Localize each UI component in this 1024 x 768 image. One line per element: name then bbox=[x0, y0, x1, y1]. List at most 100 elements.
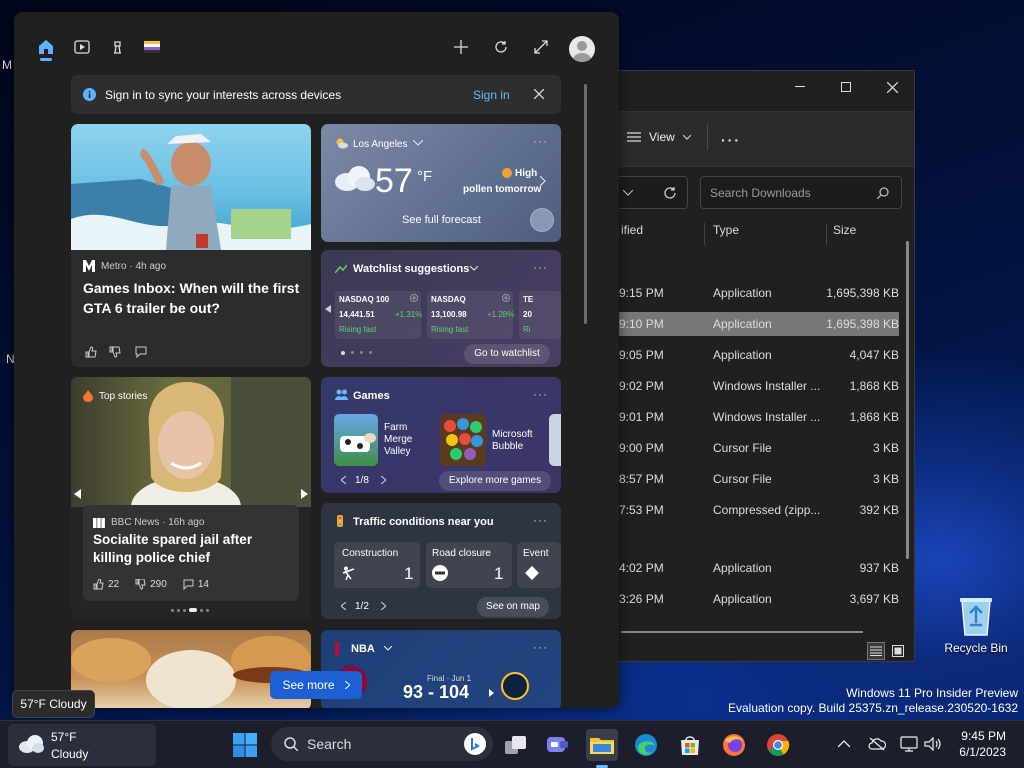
column-divider[interactable] bbox=[826, 223, 827, 245]
card-more-button[interactable]: ··· bbox=[533, 260, 548, 274]
maximize-button[interactable] bbox=[823, 71, 869, 103]
comment-icon[interactable] bbox=[135, 346, 147, 358]
stock-tile[interactable]: TE 20 Ri bbox=[519, 291, 561, 339]
weather-location[interactable]: Los Angeles bbox=[353, 139, 408, 150]
file-row[interactable]: 9:02 PM Windows Installer ... 1,868 KB bbox=[613, 374, 899, 398]
details-view-button[interactable] bbox=[867, 642, 885, 660]
chevron-right-icon[interactable] bbox=[381, 476, 386, 484]
story-panel[interactable]: BBC News · 16h ago Socialite spared jail… bbox=[83, 505, 299, 601]
chevron-left-icon[interactable] bbox=[325, 305, 331, 313]
teams-chat-button[interactable] bbox=[542, 729, 574, 761]
file-row[interactable]: 9:15 PM Application 1,695,398 KB bbox=[613, 281, 899, 305]
tab-pride[interactable] bbox=[142, 38, 162, 56]
see-forecast-link[interactable]: See full forecast bbox=[402, 214, 481, 226]
expand-button[interactable] bbox=[531, 38, 551, 56]
edge-button[interactable] bbox=[630, 729, 662, 761]
file-row[interactable]: 7:53 PM Compressed (zipp... 392 KB bbox=[613, 498, 899, 522]
tab-gaming[interactable] bbox=[107, 38, 127, 56]
dislike-icon[interactable] bbox=[135, 579, 146, 590]
close-icon[interactable] bbox=[534, 89, 544, 99]
start-button[interactable] bbox=[229, 729, 261, 761]
task-view-button[interactable] bbox=[500, 729, 532, 761]
news-headline[interactable]: Socialite spared jail after killing poli… bbox=[93, 531, 293, 567]
firefox-button[interactable] bbox=[718, 729, 750, 761]
search-input[interactable]: Search Downloads bbox=[700, 176, 902, 209]
dislike-icon[interactable] bbox=[109, 346, 121, 358]
farm-merge-valley-thumbnail[interactable] bbox=[334, 414, 378, 466]
system-clock[interactable]: 9:45 PM 6/1/2023 bbox=[959, 728, 1006, 760]
file-row[interactable]: 9:01 PM Windows Installer ... 1,868 KB bbox=[613, 405, 899, 429]
card-more-button[interactable]: ··· bbox=[533, 513, 548, 527]
panel-scrollbar[interactable] bbox=[584, 84, 587, 324]
file-row[interactable]: 9:05 PM Application 4,047 KB bbox=[613, 343, 899, 367]
traffic-card[interactable]: Traffic conditions near you ··· Construc… bbox=[321, 503, 561, 619]
chevron-right-icon[interactable] bbox=[301, 489, 308, 499]
game-title[interactable]: Farm Merge Valley bbox=[384, 422, 428, 458]
card-more-button[interactable]: ··· bbox=[533, 387, 548, 401]
add-widget-button[interactable] bbox=[451, 38, 471, 56]
column-divider[interactable] bbox=[704, 223, 705, 245]
microsoft-bubble-thumbnail[interactable] bbox=[440, 414, 486, 466]
file-row[interactable]: 9:00 PM Cursor File 3 KB bbox=[613, 436, 899, 460]
weather-widget-button[interactable]: 57°F Cloudy bbox=[8, 724, 156, 766]
refresh-button[interactable] bbox=[491, 38, 511, 56]
file-explorer-taskbar[interactable] bbox=[586, 729, 618, 761]
column-header-modified[interactable]: ified bbox=[621, 223, 643, 237]
weather-card[interactable]: Los Angeles ··· 57 °F High pollen tomorr… bbox=[321, 124, 561, 242]
see-more-button[interactable]: See more bbox=[270, 671, 362, 699]
volume-icon[interactable] bbox=[924, 737, 942, 751]
size-cell: 1,868 KB bbox=[849, 410, 899, 424]
close-button[interactable] bbox=[869, 71, 915, 103]
address-bar[interactable] bbox=[613, 176, 688, 209]
like-icon[interactable] bbox=[85, 346, 97, 358]
taskbar-search[interactable]: Search bbox=[271, 727, 493, 761]
profile-avatar[interactable] bbox=[569, 36, 595, 62]
go-to-watchlist-button[interactable]: Go to watchlist bbox=[464, 344, 550, 364]
chevron-left-icon[interactable] bbox=[341, 476, 346, 484]
store-button[interactable] bbox=[674, 729, 706, 761]
tiles-view-button[interactable] bbox=[890, 643, 906, 659]
traffic-item-event[interactable]: Event bbox=[517, 542, 561, 588]
chrome-button[interactable] bbox=[762, 729, 794, 761]
file-row[interactable]: 3:26 PM Application 3,697 KB bbox=[613, 587, 899, 611]
top-stories-card[interactable]: Top stories BBC News · 16h ago Socialite… bbox=[71, 377, 311, 619]
recycle-bin[interactable]: Recycle Bin bbox=[940, 595, 1012, 655]
news-card[interactable]: Metro · 4h ago Games Inbox: When will th… bbox=[71, 124, 311, 367]
file-row[interactable]: 4:02 PM Application 937 KB bbox=[613, 556, 899, 580]
signin-link[interactable]: Sign in bbox=[473, 88, 510, 102]
file-row[interactable]: 9:10 PM Application 1,695,398 KB bbox=[613, 312, 899, 336]
tab-watch[interactable] bbox=[72, 38, 92, 56]
chevron-left-icon[interactable] bbox=[341, 602, 346, 610]
minimize-button[interactable] bbox=[777, 71, 823, 103]
weather-map-thumbnail[interactable] bbox=[530, 208, 554, 232]
game-thumbnail-partial[interactable] bbox=[549, 414, 561, 466]
watchlist-card[interactable]: Watchlist suggestions ··· NASDAQ 100 14,… bbox=[321, 250, 561, 367]
stock-tile[interactable]: NASDAQ 13,100.98 +1.28% Rising fast bbox=[427, 291, 515, 339]
game-title[interactable]: Microsoft Bubble bbox=[492, 429, 548, 453]
stock-change: +1.28% bbox=[487, 310, 515, 319]
file-row[interactable]: 8:57 PM Cursor File 3 KB bbox=[613, 467, 899, 491]
more-options-button[interactable]: ··· bbox=[721, 132, 741, 148]
chevron-right-icon[interactable] bbox=[381, 602, 386, 610]
chevron-up-icon[interactable] bbox=[838, 740, 850, 748]
tab-home[interactable] bbox=[36, 38, 56, 56]
traffic-item-road-closure[interactable]: Road closure 1 bbox=[426, 542, 512, 588]
view-button[interactable]: View bbox=[627, 130, 691, 144]
explore-games-button[interactable]: Explore more games bbox=[439, 471, 551, 491]
column-header-size[interactable]: Size bbox=[833, 223, 856, 237]
comment-icon[interactable] bbox=[183, 579, 194, 590]
chevron-left-icon[interactable] bbox=[74, 489, 81, 499]
cloud-offline-icon[interactable] bbox=[868, 737, 886, 751]
traffic-item-construction[interactable]: Construction 1 bbox=[334, 542, 420, 588]
news-headline[interactable]: Games Inbox: When will the first GTA 6 t… bbox=[83, 278, 305, 318]
column-header-type[interactable]: Type bbox=[713, 223, 739, 237]
games-card[interactable]: Games ··· Farm Merge Valley Microsoft Bu… bbox=[321, 377, 561, 493]
vertical-scrollbar[interactable] bbox=[906, 241, 909, 559]
stock-tile[interactable]: NASDAQ 100 14,441.51 +1.31% Rising fast bbox=[335, 291, 422, 339]
horizontal-scrollbar[interactable] bbox=[621, 631, 863, 633]
card-more-button[interactable]: ··· bbox=[533, 640, 548, 654]
like-icon[interactable] bbox=[93, 579, 104, 590]
network-icon[interactable] bbox=[900, 736, 918, 752]
card-more-button[interactable]: ··· bbox=[533, 134, 548, 148]
see-on-map-button[interactable]: See on map bbox=[477, 597, 549, 617]
